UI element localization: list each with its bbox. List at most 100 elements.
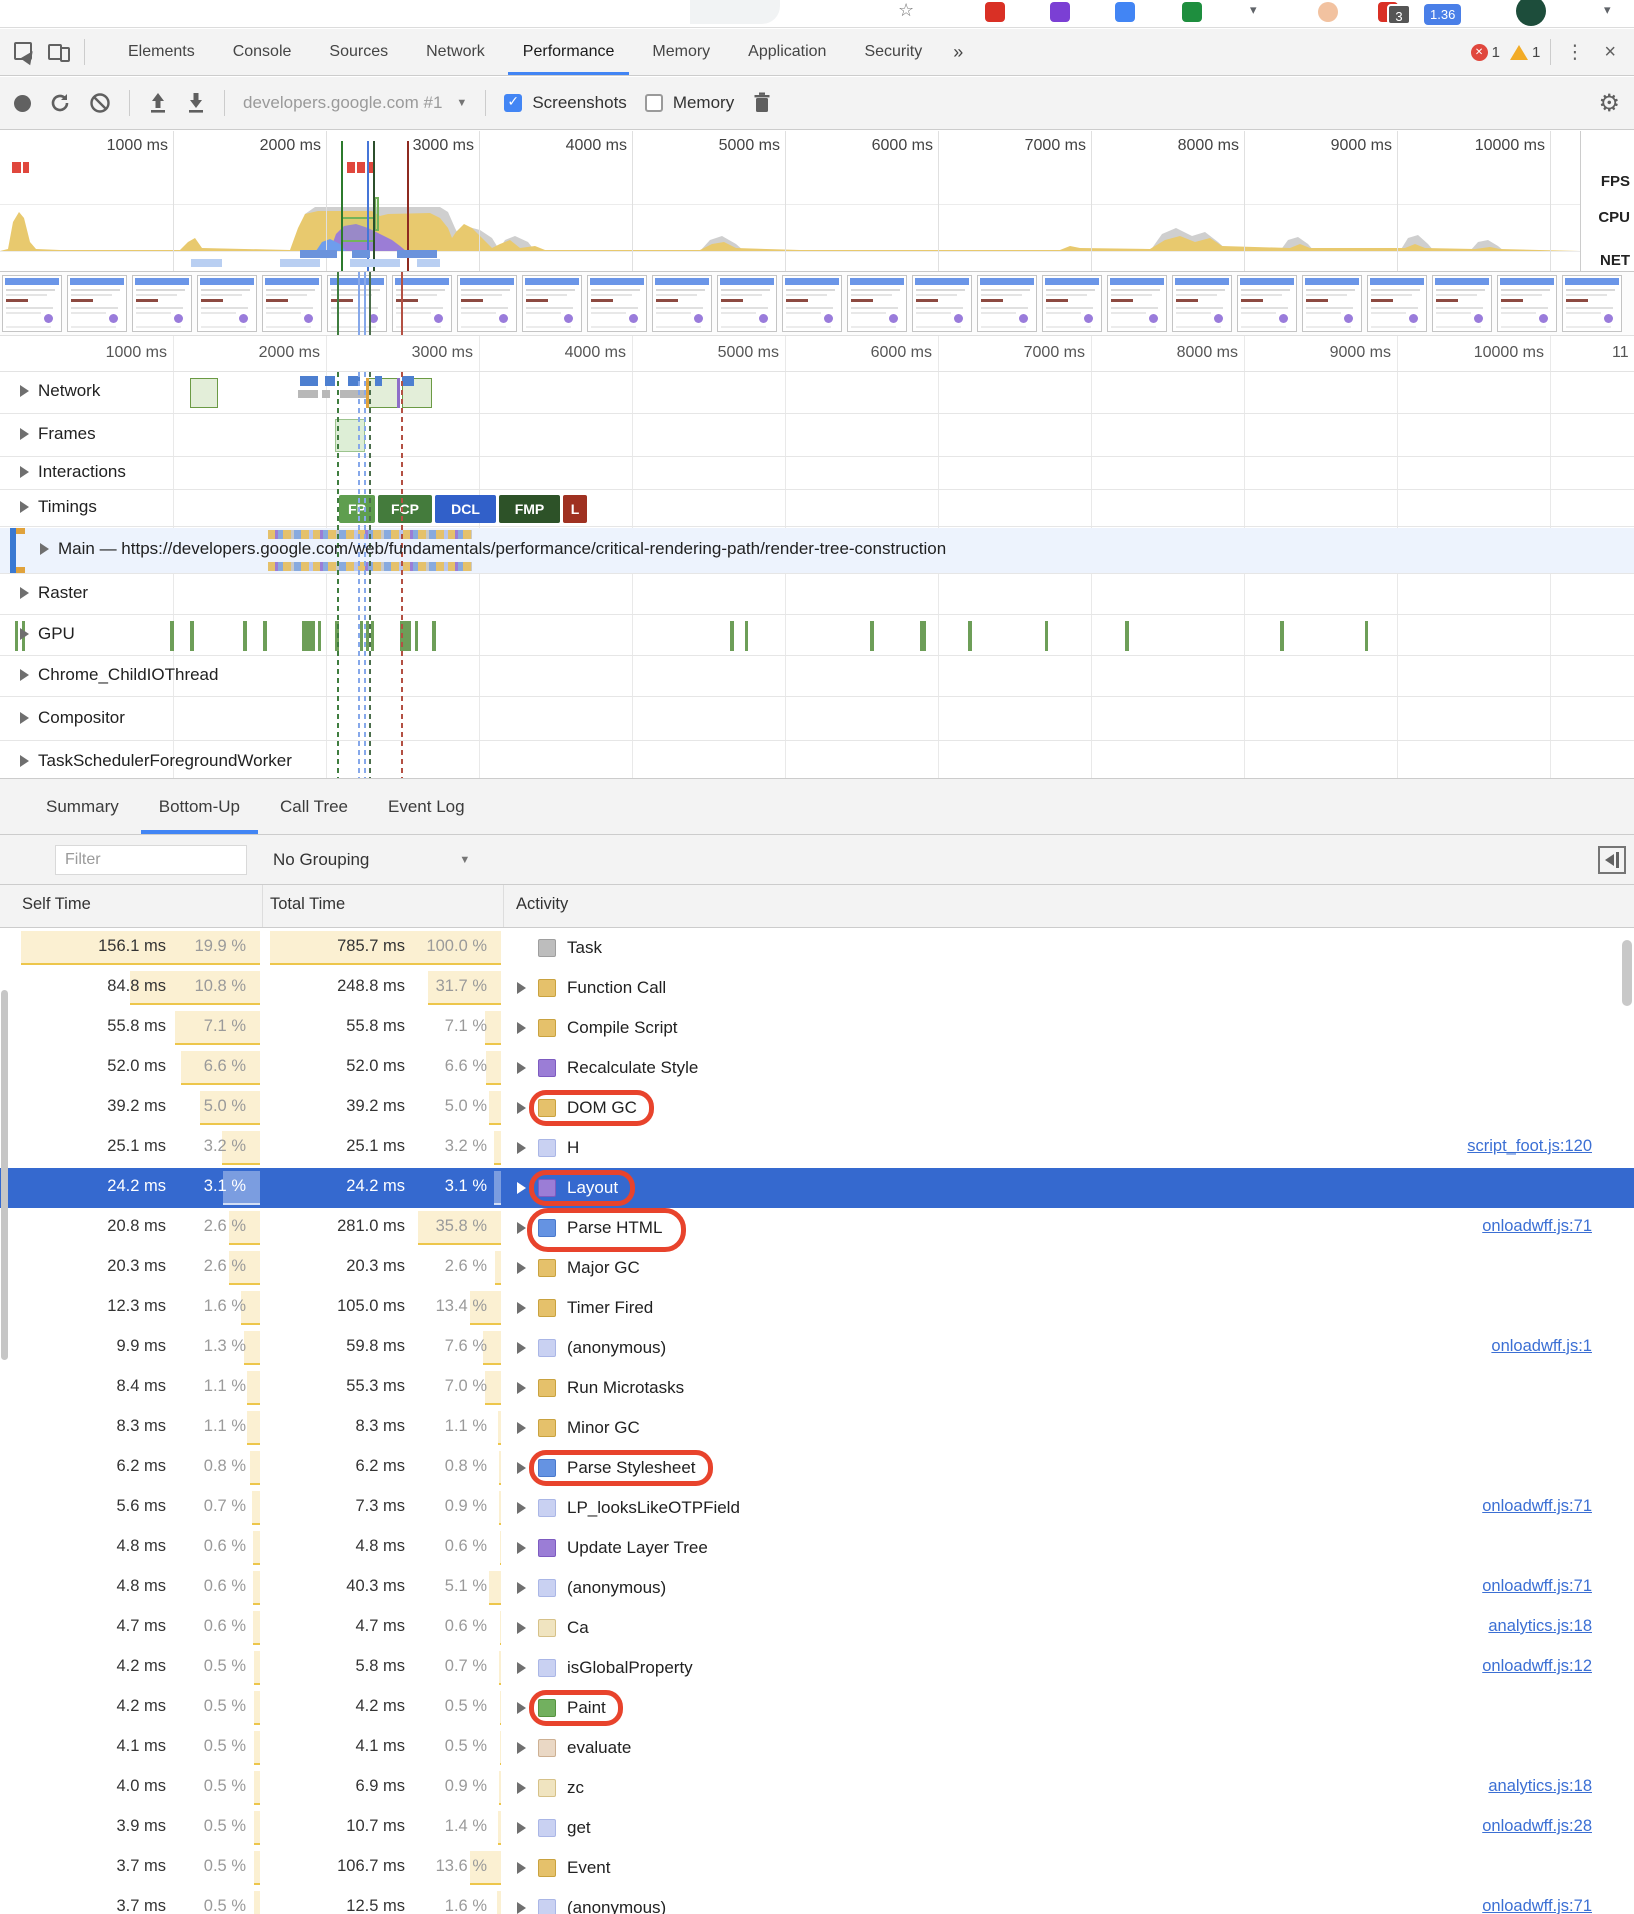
- activity-name[interactable]: Recalculate Style: [567, 1058, 698, 1078]
- source-location-link[interactable]: onloadwff.js:12: [1482, 1657, 1592, 1676]
- filmstrip-thumbnail[interactable]: [1432, 275, 1492, 332]
- disclosure-arrow-icon[interactable]: [20, 385, 29, 397]
- activity-name[interactable]: (anonymous): [567, 1898, 666, 1914]
- close-devtools-icon[interactable]: ×: [1598, 41, 1622, 64]
- activity-name[interactable]: Layout: [567, 1178, 618, 1198]
- table-row[interactable]: 3.9 ms 0.5 % 10.7 ms 1.4 % get onloadwff.js:2…: [0, 1808, 1634, 1848]
- filmstrip-thumbnail[interactable]: [197, 275, 257, 332]
- extension-caret-icon[interactable]: ▾: [1250, 2, 1257, 18]
- source-location-link[interactable]: onloadwff.js:1: [1491, 1337, 1592, 1356]
- timing-badge-dcl[interactable]: DCL: [435, 495, 496, 523]
- table-row[interactable]: 39.2 ms 5.0 % 39.2 ms 5.0 % DOM GC: [0, 1088, 1634, 1128]
- expand-arrow-icon[interactable]: [517, 1702, 526, 1714]
- track-interactions[interactable]: Interactions: [0, 458, 1634, 490]
- disclosure-arrow-icon[interactable]: [20, 466, 29, 478]
- expand-arrow-icon[interactable]: [517, 1302, 526, 1314]
- expand-arrow-icon[interactable]: [517, 1222, 526, 1234]
- activity-name[interactable]: (anonymous): [567, 1338, 666, 1358]
- profile-selector[interactable]: developers.google.com #1 ▼: [243, 93, 467, 113]
- table-row[interactable]: 4.8 ms 0.6 % 40.3 ms 5.1 % (anonymous) onload…: [0, 1568, 1634, 1608]
- table-row[interactable]: 4.2 ms 0.5 % 4.2 ms 0.5 % Paint: [0, 1688, 1634, 1728]
- timing-badge-fcp[interactable]: FCP: [378, 495, 432, 523]
- expand-arrow-icon[interactable]: [517, 1542, 526, 1554]
- load-profile-icon[interactable]: [148, 91, 168, 115]
- expand-arrow-icon[interactable]: [517, 1382, 526, 1394]
- extension-icon[interactable]: [1182, 2, 1202, 22]
- tab-elements[interactable]: Elements: [109, 29, 214, 75]
- expand-arrow-icon[interactable]: [517, 1742, 526, 1754]
- activity-name[interactable]: Paint: [567, 1698, 606, 1718]
- sidebar-toggle-icon[interactable]: [1598, 846, 1626, 874]
- disclosure-arrow-icon[interactable]: [20, 501, 29, 513]
- activity-name[interactable]: evaluate: [567, 1738, 631, 1758]
- disclosure-arrow-icon[interactable]: [20, 711, 29, 724]
- expand-arrow-icon[interactable]: [517, 1262, 526, 1274]
- activity-name[interactable]: Ca: [567, 1618, 589, 1638]
- extension-icon[interactable]: [1050, 2, 1070, 22]
- table-row[interactable]: 20.8 ms 2.6 % 281.0 ms 35.8 % Parse HTML onlo…: [0, 1208, 1634, 1252]
- devtools-menu-icon[interactable]: ⋮: [1561, 41, 1588, 64]
- disclosure-arrow-icon[interactable]: [20, 669, 29, 681]
- table-row[interactable]: 55.8 ms 7.1 % 55.8 ms 7.1 % Compile Script: [0, 1008, 1634, 1048]
- activity-name[interactable]: Timer Fired: [567, 1298, 653, 1318]
- table-row[interactable]: 20.3 ms 2.6 % 20.3 ms 2.6 % Major GC: [0, 1248, 1634, 1288]
- track-compositor[interactable]: Compositor: [0, 698, 1634, 741]
- activity-name[interactable]: Update Layer Tree: [567, 1538, 708, 1558]
- grouping-select[interactable]: No Grouping ▼: [273, 850, 470, 870]
- filmstrip-thumbnail[interactable]: [457, 275, 517, 332]
- expand-arrow-icon[interactable]: [517, 1182, 526, 1194]
- filmstrip-thumbnail[interactable]: [1562, 275, 1622, 332]
- filmstrip-thumbnail[interactable]: [912, 275, 972, 332]
- source-location-link[interactable]: onloadwff.js:71: [1482, 1497, 1592, 1516]
- source-location-link[interactable]: onloadwff.js:71: [1482, 1897, 1592, 1914]
- reload-record-icon[interactable]: [49, 92, 71, 114]
- filmstrip-thumbnail[interactable]: [1172, 275, 1232, 332]
- timeline-overview[interactable]: 1000 ms 2000 ms 3000 ms 4000 ms 5000 ms 6000 …: [0, 131, 1634, 272]
- extension-icon[interactable]: [985, 2, 1005, 22]
- filmstrip-thumbnail[interactable]: [717, 275, 777, 332]
- timing-badge-l[interactable]: L: [563, 495, 587, 523]
- track-timings[interactable]: Timings FP FCP DCL FMP L: [0, 491, 1634, 527]
- disclosure-arrow-icon[interactable]: [20, 628, 29, 640]
- garbage-collect-icon[interactable]: [752, 91, 772, 115]
- table-row[interactable]: 6.2 ms 0.8 % 6.2 ms 0.8 % Parse Stylesheet: [0, 1448, 1634, 1488]
- activity-name[interactable]: Parse HTML: [567, 1218, 662, 1238]
- filmstrip-thumbnail[interactable]: [262, 275, 322, 332]
- expand-arrow-icon[interactable]: [517, 1422, 526, 1434]
- table-row[interactable]: 4.7 ms 0.6 % 4.7 ms 0.6 % Ca analytics.js:18: [0, 1608, 1634, 1648]
- device-toolbar-icon[interactable]: [48, 42, 70, 62]
- filmstrip-thumbnail[interactable]: [1302, 275, 1362, 332]
- table-row[interactable]: 4.2 ms 0.5 % 5.8 ms 0.7 % isGlobalProperty on…: [0, 1648, 1634, 1688]
- extension-icon[interactable]: [1318, 2, 1338, 22]
- activity-name[interactable]: Function Call: [567, 978, 666, 998]
- table-row[interactable]: 9.9 ms 1.3 % 59.8 ms 7.6 % (anonymous) onload…: [0, 1328, 1634, 1368]
- activity-name[interactable]: H: [567, 1138, 579, 1158]
- source-location-link[interactable]: analytics.js:18: [1488, 1617, 1592, 1636]
- expand-arrow-icon[interactable]: [517, 1102, 526, 1114]
- table-row[interactable]: 3.7 ms 0.5 % 106.7 ms 13.6 % Event: [0, 1848, 1634, 1888]
- expand-arrow-icon[interactable]: [517, 1462, 526, 1474]
- filmstrip-thumbnail[interactable]: [1497, 275, 1557, 332]
- screenshot-filmstrip[interactable]: [0, 272, 1634, 336]
- disclosure-arrow-icon[interactable]: [20, 587, 29, 599]
- table-row[interactable]: 156.1 ms 19.9 % 785.7 ms 100.0 % Task: [0, 928, 1634, 968]
- filmstrip-thumbnail[interactable]: [847, 275, 907, 332]
- filmstrip-thumbnail[interactable]: [327, 275, 387, 332]
- expand-arrow-icon[interactable]: [517, 1062, 526, 1074]
- tab-performance[interactable]: Performance: [504, 29, 634, 75]
- expand-arrow-icon[interactable]: [517, 1022, 526, 1034]
- expand-arrow-icon[interactable]: [517, 1622, 526, 1634]
- activity-name[interactable]: Event: [567, 1858, 610, 1878]
- tab-summary[interactable]: Summary: [26, 779, 139, 834]
- tab-call-tree[interactable]: Call Tree: [260, 779, 368, 834]
- clear-icon[interactable]: [89, 92, 111, 114]
- filmstrip-thumbnail[interactable]: [1107, 275, 1167, 332]
- table-row[interactable]: 4.1 ms 0.5 % 4.1 ms 0.5 % evaluate: [0, 1728, 1634, 1768]
- activity-name[interactable]: LP_looksLikeOTPField: [567, 1498, 740, 1518]
- capture-settings-icon[interactable]: ⚙: [1598, 89, 1620, 118]
- filmstrip-thumbnail[interactable]: [132, 275, 192, 332]
- expand-arrow-icon[interactable]: [517, 1662, 526, 1674]
- expand-arrow-icon[interactable]: [517, 1822, 526, 1834]
- tab-event-log[interactable]: Event Log: [368, 779, 485, 834]
- col-self-time[interactable]: Self Time: [22, 895, 91, 914]
